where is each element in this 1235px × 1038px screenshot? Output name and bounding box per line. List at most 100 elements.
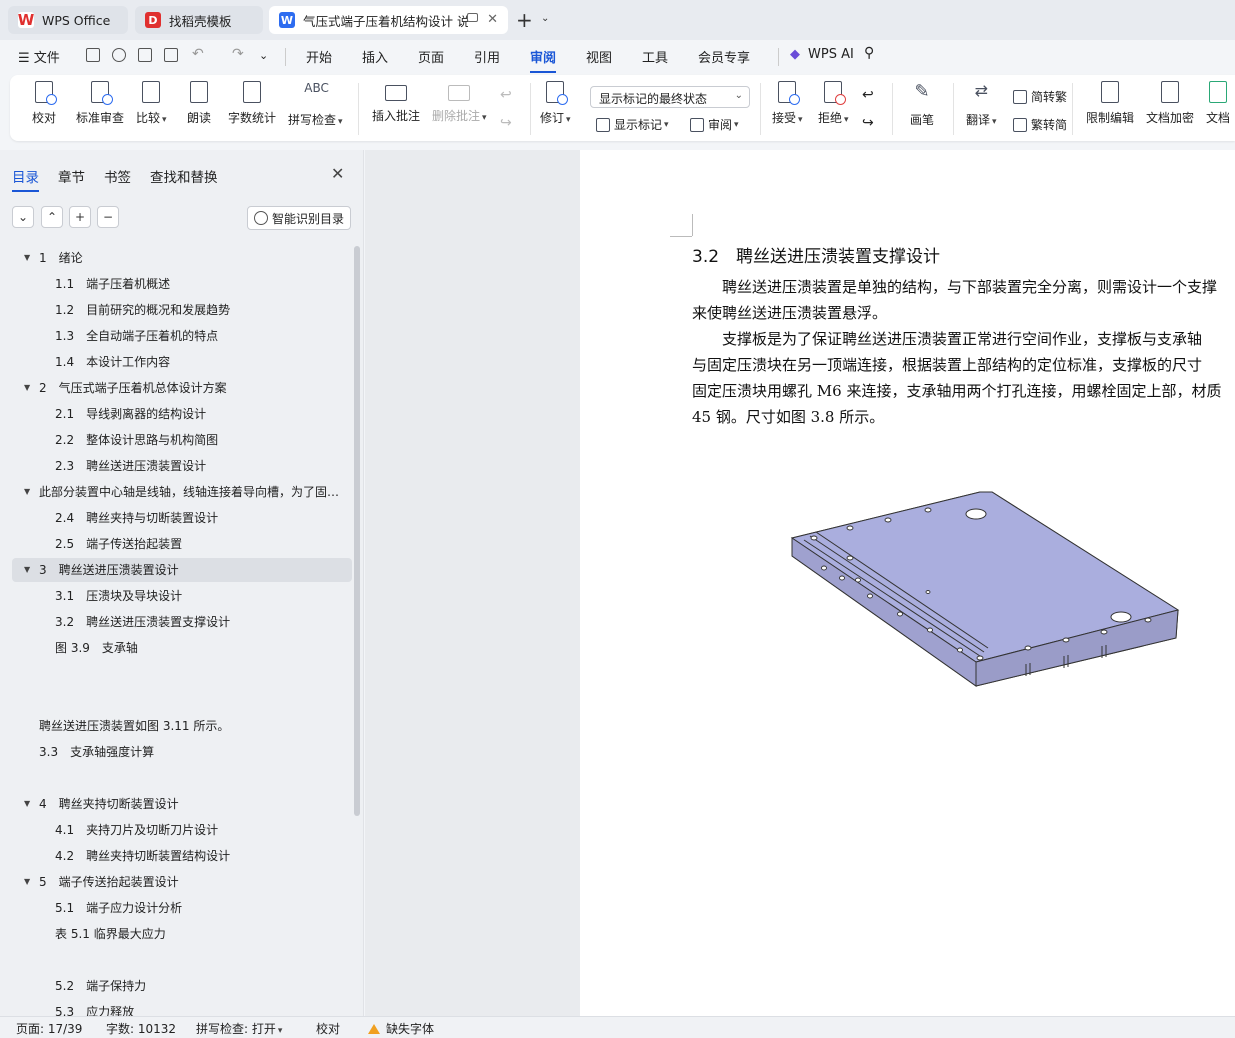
revise-button[interactable]: 修订 ▾	[540, 81, 571, 137]
tab-toc[interactable]: 目录	[12, 166, 39, 192]
toc-item[interactable]: 图 3.9 支承轴	[12, 636, 352, 660]
toc-item[interactable]	[12, 948, 352, 972]
paragraph-line[interactable]: 45 钢。尺寸如图 3.8 所示。	[692, 404, 884, 430]
toc-item[interactable]: 2.1 导线剥离器的结构设计	[12, 402, 352, 426]
toc-item[interactable]: 2.3 聘丝送进压溃装置设计	[12, 454, 352, 478]
standard-review-button[interactable]: 标准审查	[76, 81, 124, 137]
toc-item[interactable]: ▼ 4 聘丝夹持切断装置设计	[12, 792, 352, 816]
toc-item[interactable]: ▼ 1 绪论	[12, 246, 352, 270]
paragraph-line[interactable]: 聘丝送进压溃装置是单独的结构，与下部装置完全分离，则需设计一个支撑	[692, 274, 1217, 300]
accept-button[interactable]: 接受 ▾	[772, 81, 803, 137]
chevron-down-icon[interactable]: ⌄	[541, 13, 549, 24]
expand-triangle-icon[interactable]: ▼	[24, 246, 30, 270]
toc-item[interactable]: 3.3 支承轴强度计算	[12, 740, 352, 764]
trad-to-simp-button[interactable]: 繁转简	[1013, 116, 1067, 133]
new-tab-button[interactable]: +	[516, 10, 533, 30]
toc-item[interactable]	[12, 662, 352, 686]
monitor-icon[interactable]	[467, 13, 478, 22]
paragraph-line[interactable]: 固定压溃块用螺孔 M6 来连接，支承轴用两个打孔连接，用螺栓固定上部，材质	[692, 378, 1221, 404]
doc-more-button[interactable]: 文档	[1206, 81, 1230, 137]
share-icon[interactable]	[112, 48, 126, 62]
tab-wps-office[interactable]: W WPS Office	[8, 6, 128, 34]
print-icon[interactable]	[138, 48, 152, 62]
toc-item[interactable]: 聘丝送进压溃装置如图 3.11 所示。	[12, 714, 352, 738]
translate-button[interactable]: ⇄ 翻译 ▾	[966, 81, 997, 137]
menu-tools[interactable]: 工具	[642, 47, 668, 66]
wps-ai-button[interactable]: WPS AI	[808, 47, 854, 62]
menu-review[interactable]: 审阅	[530, 47, 557, 73]
toc-item[interactable]: 2.5 端子传送抬起装置	[12, 532, 352, 556]
paragraph-line[interactable]: 来使聘丝送进压溃装置悬浮。	[692, 300, 887, 326]
redo-icon[interactable]: ↷	[232, 46, 244, 62]
search-icon[interactable]: ⚲	[864, 45, 874, 61]
toc-item[interactable]: ▼ 此部分装置中心轴是线轴，线轴连接着导向槽，为了固…	[12, 480, 352, 504]
markup-state-select[interactable]: 显示标记的最终状态 ⌄	[590, 86, 750, 108]
menu-references[interactable]: 引用	[474, 47, 500, 66]
page-indicator[interactable]: 页面: 17/39	[16, 1020, 82, 1037]
word-count[interactable]: 字数: 10132	[106, 1020, 176, 1037]
pen-button[interactable]: ✎ 画笔	[910, 81, 934, 137]
remove-heading-button[interactable]: −	[97, 206, 119, 228]
spell-check-status[interactable]: 拼写检查: 打开 ▾	[196, 1020, 282, 1037]
toc-item[interactable]: 1.3 全自动端子压着机的特点	[12, 324, 352, 348]
menu-member[interactable]: 会员专享	[698, 47, 750, 66]
tab-bookmarks[interactable]: 书签	[104, 166, 131, 186]
restrict-edit-button[interactable]: 限制编辑	[1086, 81, 1134, 137]
compare-button[interactable]: 比较 ▾	[136, 81, 167, 137]
prev-comment-icon[interactable]: ↩	[500, 87, 512, 103]
proofread-status[interactable]: 校对	[316, 1020, 340, 1037]
toc-item[interactable]	[12, 688, 352, 712]
toc-item[interactable]: 4.2 聘丝夹持切断装置结构设计	[12, 844, 352, 868]
tab-docer[interactable]: D 找稻壳模板	[135, 6, 263, 34]
toc-item[interactable]: 5.2 端子保持力	[12, 974, 352, 998]
toc-scrollbar[interactable]	[354, 246, 360, 816]
toc-item[interactable]: ▼ 5 端子传送抬起装置设计	[12, 870, 352, 894]
toc-item[interactable]: ▼ 3 聘丝送进压溃装置设计	[12, 558, 352, 582]
toc-item[interactable]: 1.1 端子压着机概述	[12, 272, 352, 296]
expand-triangle-icon[interactable]: ▼	[24, 558, 30, 582]
toc-item[interactable]: 3.1 压溃块及导块设计	[12, 584, 352, 608]
menu-insert[interactable]: 插入	[362, 47, 388, 66]
proofread-button[interactable]: 校对	[32, 81, 57, 137]
show-markup-button[interactable]: 显示标记 ▾	[596, 116, 669, 133]
menu-home[interactable]: 开始	[306, 47, 332, 66]
tab-sections[interactable]: 章节	[58, 166, 85, 186]
close-icon[interactable]: ✕	[331, 164, 344, 183]
smart-toc-button[interactable]: 智能识别目录	[247, 206, 351, 230]
review-pane-button[interactable]: 审阅 ▾	[690, 116, 739, 133]
toc-item[interactable]: 3.2 聘丝送进压溃装置支撑设计	[12, 610, 352, 634]
insert-comment-button[interactable]: 插入批注	[372, 81, 420, 137]
delete-comment-button[interactable]: 删除批注 ▾	[432, 81, 487, 137]
toc-item[interactable]	[12, 766, 352, 790]
tab-document[interactable]: W 气压式端子压着机结构设计 说 ✕	[269, 6, 508, 34]
close-icon[interactable]: ✕	[487, 12, 498, 27]
menu-view[interactable]: 视图	[586, 47, 612, 66]
word-count-button[interactable]: 字数统计	[228, 81, 276, 137]
toc-item[interactable]: 1.2 目前研究的概况和发展趋势	[12, 298, 352, 322]
toc-item[interactable]: 2.2 整体设计思路与机构简图	[12, 428, 352, 452]
file-menu[interactable]: ☰ 文件	[18, 47, 60, 66]
toc-item[interactable]: 1.4 本设计工作内容	[12, 350, 352, 374]
paragraph-line[interactable]: 与固定压溃块在另一顶端连接，根据装置上部结构的定位标准，支撑板的尺寸	[692, 352, 1202, 378]
add-heading-button[interactable]: +	[69, 206, 91, 228]
toc-item[interactable]: 2.4 聘丝夹持与切断装置设计	[12, 506, 352, 530]
next-comment-icon[interactable]: ↪	[500, 115, 512, 131]
simp-to-trad-button[interactable]: 简转繁	[1013, 88, 1067, 105]
print-preview-icon[interactable]	[164, 48, 178, 62]
expand-triangle-icon[interactable]: ▼	[24, 792, 30, 816]
expand-triangle-icon[interactable]: ▼	[24, 480, 30, 504]
expand-triangle-icon[interactable]: ▼	[24, 376, 30, 400]
encrypt-button[interactable]: 文档加密	[1146, 81, 1194, 137]
reject-button[interactable]: 拒绝 ▾	[818, 81, 849, 137]
read-aloud-button[interactable]: 朗读	[187, 81, 211, 137]
toc-item[interactable]: ▼ 2 气压式端子压着机总体设计方案	[12, 376, 352, 400]
expand-up-button[interactable]: ⌃	[41, 206, 63, 228]
save-icon[interactable]	[86, 48, 100, 62]
spell-check-button[interactable]: ABC 拼写检查 ▾	[288, 81, 343, 137]
section-heading[interactable]: 3.2 聘丝送进压溃装置支撑设计	[692, 242, 940, 267]
support-plate-figure[interactable]	[780, 480, 1190, 700]
toc-item[interactable]: 4.1 夹持刀片及切断刀片设计	[12, 818, 352, 842]
prev-change-icon[interactable]: ↩	[862, 87, 874, 103]
toc-item[interactable]: 5.1 端子应力设计分析	[12, 896, 352, 920]
next-change-icon[interactable]: ↪	[862, 115, 874, 131]
